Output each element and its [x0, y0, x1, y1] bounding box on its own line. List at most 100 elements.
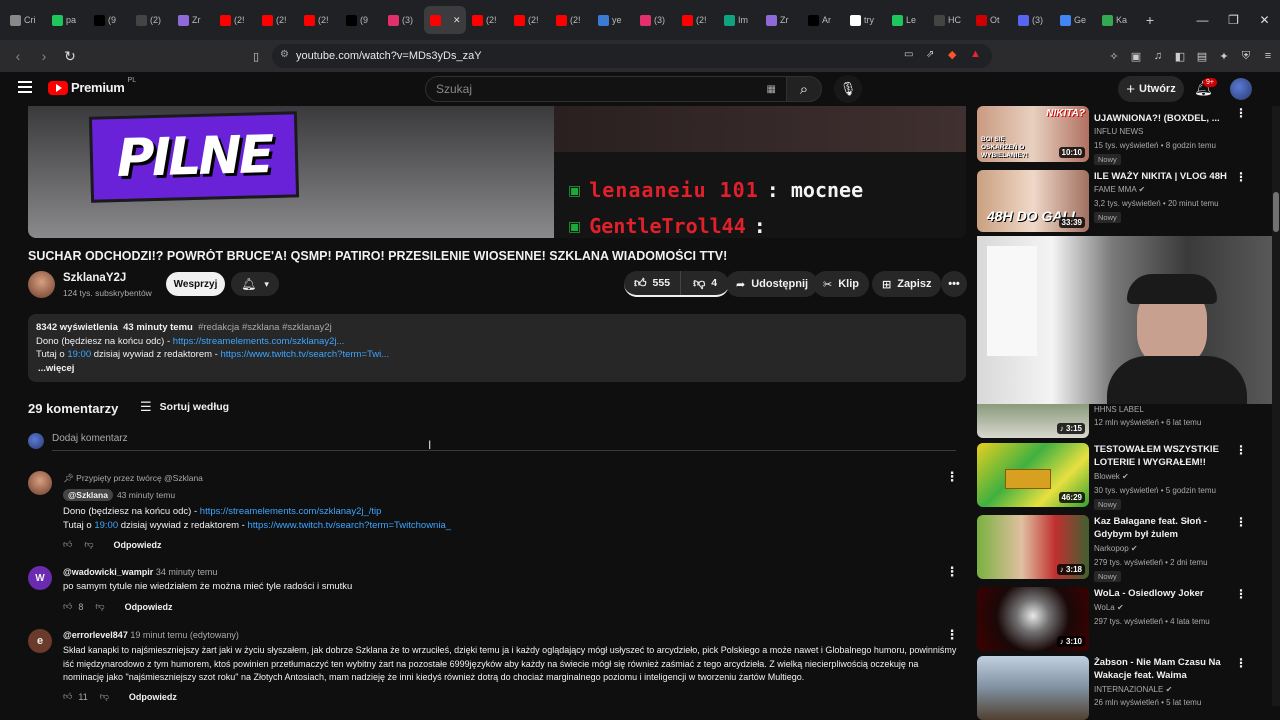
channel-name[interactable]: HHNS LABEL — [1094, 405, 1144, 414]
voice-search-button[interactable]: 🎙 — [834, 75, 862, 103]
browser-tab[interactable]: Ka — [1096, 6, 1138, 34]
browser-tab[interactable]: (2! — [550, 6, 592, 34]
reply-button[interactable]: Odpowiedz — [125, 602, 173, 612]
comment-twitch-link[interactable]: https://www.twitch.tv/search?term=Twitch… — [247, 520, 451, 531]
music-icon[interactable]: ♫ — [1150, 48, 1166, 64]
clip-button[interactable]: ✂ Klip — [813, 271, 869, 297]
browser-tab[interactable]: (2! — [466, 6, 508, 34]
add-comment-input[interactable]: Dodaj komentarz — [52, 433, 956, 451]
browser-tab[interactable]: Le — [886, 6, 928, 34]
comment-time[interactable]: 34 minuty temu — [156, 567, 218, 577]
recommended-video[interactable]: NIKITA? BOI SIĘ OSKARŻEŃ O WYBIELANIE?! … — [977, 106, 1277, 165]
more-actions-button[interactable]: ••• — [941, 271, 967, 297]
recommended-video[interactable]: 48H DO GALI 33:39 ILE WAŻY NIKITA | VLOG… — [977, 170, 1277, 232]
video-player[interactable]: PILNE ▣ lenaaneiu 101 : mocnee ▣ GentleT… — [28, 106, 966, 238]
like-button[interactable]: 👍︎ 555 — [624, 271, 682, 295]
browser-tab[interactable]: ✕ — [424, 6, 466, 34]
recommended-video[interactable]: ♪ 3:10 WoLa - Osiedlowy Joker WoLa ✔ 297… — [977, 587, 1277, 651]
reply-button[interactable]: Odpowiedz — [129, 692, 177, 702]
reload-icon[interactable]: ↻ — [60, 46, 80, 66]
vpn-icon[interactable]: ⛨ — [1238, 48, 1254, 64]
maximize-button[interactable]: ❐ — [1218, 6, 1249, 34]
more-vertical-icon[interactable]: ⋮ — [1235, 656, 1247, 670]
channel-name[interactable]: FAME MMA ✔ — [1094, 185, 1145, 194]
create-button[interactable]: + Utwórz — [1118, 76, 1184, 102]
browser-tab[interactable]: (2! — [676, 6, 718, 34]
channel-name[interactable]: WoLa ✔ — [1094, 603, 1124, 612]
comment-menu-icon[interactable]: ⋮ — [946, 627, 959, 643]
donate-link[interactable]: https://streamelements.com/szklanay2j... — [173, 336, 345, 347]
share-page-icon[interactable]: ⇗ — [926, 49, 934, 60]
share-button[interactable]: ➦ Udostępnij — [726, 271, 819, 297]
scrollbar-track[interactable] — [1272, 106, 1280, 706]
more-vertical-icon[interactable]: ⋮ — [1235, 443, 1247, 457]
browser-tab[interactable]: Im — [718, 6, 760, 34]
back-icon[interactable]: ‹ — [8, 46, 28, 66]
sort-button[interactable]: ☰ Sortuj według — [140, 399, 229, 415]
mini-player[interactable] — [977, 236, 1277, 404]
description-box[interactable]: 8342 wyświetlenia 43 minuty temu #redakc… — [28, 314, 966, 382]
comment-avatar[interactable] — [28, 471, 52, 495]
browser-tab[interactable]: HC — [928, 6, 970, 34]
youtube-logo[interactable]: Premium PL — [48, 77, 136, 95]
minimize-button[interactable]: — — [1187, 6, 1218, 34]
browser-tab[interactable]: pa — [46, 6, 88, 34]
show-more-link[interactable]: ...więcej — [36, 362, 958, 376]
rewards-icon[interactable]: ▲ — [970, 48, 981, 60]
channel-name[interactable]: SzklanaY2J — [63, 272, 126, 284]
wallet2-icon[interactable]: ▤ — [1194, 48, 1210, 64]
sidebar-icon[interactable]: ◧ — [1172, 48, 1188, 64]
more-vertical-icon[interactable]: ⋮ — [1235, 587, 1247, 601]
comment-dislike-icon[interactable]: 👎︎ — [100, 691, 109, 702]
timestamp-link[interactable]: 19:00 — [67, 349, 91, 360]
video-thumbnail[interactable] — [977, 656, 1089, 720]
recommended-video[interactable]: 46:29 TESTOWAŁEM WSZYSTKIE LOTERIE I WYG… — [977, 443, 1277, 510]
channel-name[interactable]: INTERNAZIONALE ✔ — [1094, 685, 1172, 694]
forward-icon[interactable]: › — [34, 46, 54, 66]
twitch-link[interactable]: https://www.twitch.tv/search?term=Twi... — [220, 349, 389, 360]
comment-author[interactable]: @wadowicki_wampir — [63, 567, 153, 577]
browser-tab[interactable]: (2) — [130, 6, 172, 34]
reply-button[interactable]: Odpowiedz — [114, 540, 162, 550]
wallet-icon[interactable]: ▣ — [1128, 48, 1144, 64]
dislike-button[interactable]: 👎︎ 4 — [681, 271, 729, 295]
menu-icon[interactable]: ≡ — [1260, 48, 1276, 64]
comment-menu-icon[interactable]: ⋮ — [946, 469, 959, 485]
video-title[interactable]: UJAWNIONA?! (BOXDEL, ... — [1094, 112, 1234, 125]
hamburger-icon[interactable] — [18, 81, 32, 93]
recommended-video[interactable]: ♪ 3:18 Kaz Bałagane feat. Słoń - Gdybym … — [977, 515, 1277, 582]
comment-time[interactable]: 43 minuty temu — [117, 490, 175, 500]
comment-like-icon[interactable]: 👍︎ — [63, 539, 72, 550]
comment-menu-icon[interactable]: ⋮ — [946, 564, 959, 580]
support-button[interactable]: Wesprzyj — [166, 272, 225, 296]
search-input[interactable]: Szukaj ▦ — [425, 76, 787, 102]
channel-name[interactable]: Blowek ✔ — [1094, 472, 1129, 481]
browser-tab[interactable]: (3) — [1012, 6, 1054, 34]
browser-tab[interactable]: Cri — [4, 6, 46, 34]
comment-timestamp-link[interactable]: 19:00 — [94, 520, 118, 531]
browser-tab[interactable]: (9 — [340, 6, 382, 34]
channel-name[interactable]: INFLU NEWS — [1094, 127, 1143, 136]
browser-tab[interactable]: ye — [592, 6, 634, 34]
video-title[interactable]: WoLa - Osiedlowy Joker — [1094, 587, 1234, 600]
browser-tab[interactable]: (3) — [634, 6, 676, 34]
browser-tab[interactable]: Ot — [970, 6, 1012, 34]
more-vertical-icon[interactable]: ⋮ — [1235, 170, 1247, 184]
comment-dislike-icon[interactable]: 👎︎ — [84, 539, 93, 550]
bookmark-icon[interactable]: ▯ — [248, 48, 264, 64]
video-thumbnail[interactable]: 48H DO GALI 33:39 — [977, 170, 1089, 232]
save-button[interactable]: ⊞ Zapisz — [872, 271, 942, 297]
comment-author[interactable]: @errorlevel847 — [63, 630, 128, 640]
browser-tab[interactable]: Zr — [760, 6, 802, 34]
comment-like-icon[interactable]: 👍︎ — [63, 691, 72, 702]
comment-time[interactable]: 19 minut temu (edytowany) — [130, 630, 239, 640]
keyboard-icon[interactable]: ▦ — [767, 84, 776, 95]
new-tab-button[interactable]: + — [1138, 6, 1162, 34]
browser-tab[interactable]: (9 — [88, 6, 130, 34]
comment-donate-link[interactable]: https://streamelements.com/szklanay2j_/t… — [200, 506, 382, 517]
brave-shield-icon[interactable]: ◆ — [948, 48, 956, 61]
more-vertical-icon[interactable]: ⋮ — [1235, 106, 1247, 120]
video-title[interactable]: ILE WAŻY NIKITA | VLOG 48H — [1094, 170, 1234, 183]
video-thumbnail[interactable]: NIKITA? BOI SIĘ OSKARŻEŃ O WYBIELANIE?! … — [977, 106, 1089, 162]
close-tab-icon[interactable]: ✕ — [453, 15, 461, 26]
